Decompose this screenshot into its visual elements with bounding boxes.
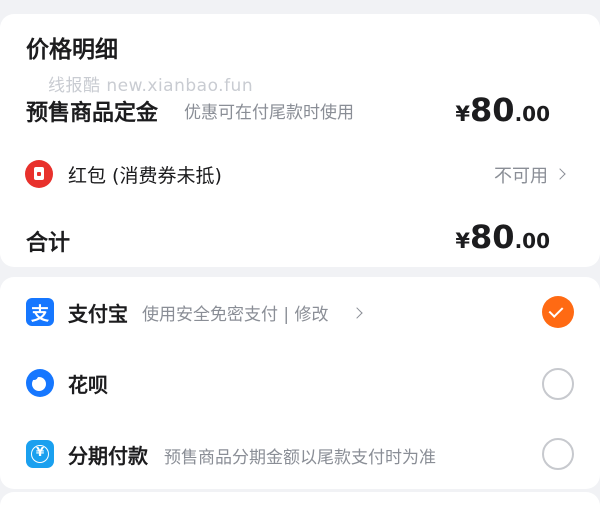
check-icon <box>548 303 564 318</box>
alipay-desc[interactable]: 使用安全免密支付 | 修改 <box>142 300 329 325</box>
huabei-icon <box>26 369 54 397</box>
deposit-amount-dec: .00 <box>514 102 550 126</box>
total-amount-int: 80 <box>470 218 515 256</box>
deposit-hint: 优惠可在付尾款时使用 <box>184 103 354 123</box>
installment-icon: ¥ <box>26 440 54 468</box>
red-packet-status[interactable]: 不可用 <box>494 162 548 188</box>
red-packet-label: 红包 (消费券未抵) <box>68 165 222 187</box>
alipay-name[interactable]: 支付宝 <box>68 298 128 327</box>
next-section-card <box>0 492 600 512</box>
total-label: 合计 <box>26 231 71 256</box>
deposit-currency: ¥ <box>455 102 471 126</box>
installment-name[interactable]: 分期付款 <box>68 440 148 469</box>
installment-radio[interactable] <box>542 438 574 470</box>
price-detail-title: 价格明细 <box>26 37 118 63</box>
alipay-radio-checked[interactable] <box>542 296 574 328</box>
installment-desc: 预售商品分期金额以尾款支付时为准 <box>164 448 436 468</box>
deposit-price: ¥80.00 <box>455 91 550 129</box>
total-currency: ¥ <box>455 229 471 253</box>
deposit-label: 预售商品定金 <box>26 101 159 126</box>
watermark-text: 线报酷 new.xianbao.fun <box>48 76 254 96</box>
total-amount-dec: .00 <box>514 229 550 253</box>
alipay-icon: 支 <box>26 298 54 326</box>
deposit-amount-int: 80 <box>470 91 515 129</box>
total-price: ¥80.00 <box>455 218 550 256</box>
huabei-name[interactable]: 花呗 <box>68 369 108 398</box>
red-packet-icon <box>25 160 53 188</box>
huabei-radio[interactable] <box>542 368 574 400</box>
